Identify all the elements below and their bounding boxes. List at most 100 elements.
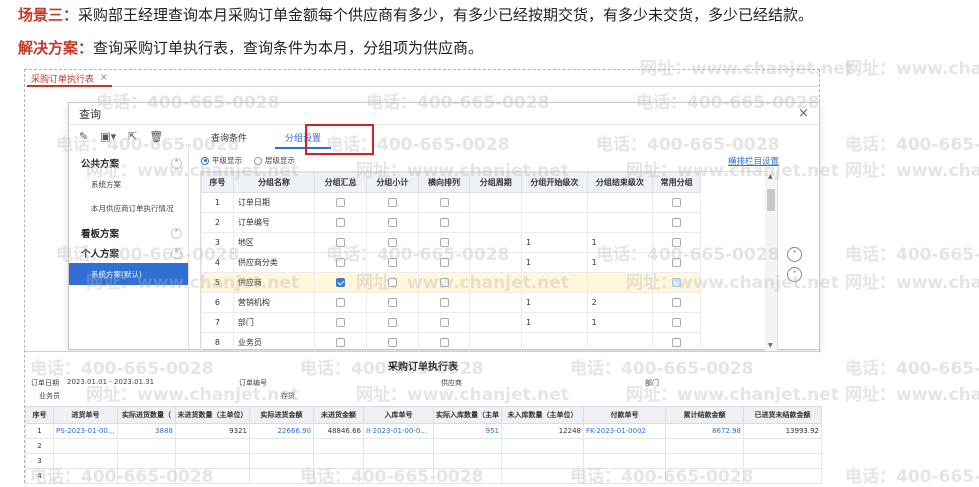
report-cell[interactable]	[363, 453, 434, 469]
sub-checkbox[interactable]	[387, 238, 397, 247]
grid-cell	[652, 232, 701, 253]
report-cell[interactable]: PS-2023-01-00...	[53, 423, 118, 439]
scroll-thumb[interactable]	[767, 189, 775, 211]
common-checkbox[interactable]	[672, 198, 682, 207]
horiz-checkbox[interactable]	[439, 238, 449, 247]
sum-checkbox[interactable]	[336, 238, 346, 247]
report-cell[interactable]	[53, 453, 118, 469]
common-checkbox[interactable]	[672, 338, 682, 347]
common-checkbox[interactable]	[672, 318, 682, 327]
scheme-group-public[interactable]: 公共方案 ˄	[69, 153, 188, 173]
column-settings-link[interactable]: 横排栏目设置	[728, 155, 779, 167]
scheme-item-selected[interactable]: 系统方案(默认)	[69, 263, 188, 285]
common-checkbox[interactable]	[672, 278, 682, 287]
tab-query-conditions[interactable]: 查询条件	[201, 127, 257, 149]
chevron-up-icon[interactable]: ˄	[171, 157, 182, 169]
report-cell[interactable]	[583, 453, 666, 469]
sub-checkbox[interactable]	[387, 338, 397, 347]
grid-cell	[417, 232, 471, 253]
common-checkbox[interactable]	[672, 238, 682, 247]
horiz-checkbox[interactable]	[439, 318, 449, 327]
report-cell	[313, 453, 364, 469]
report-row[interactable]: 1 PS-2023-01-00... 3888 9321 22666.90 48846.6…	[25, 423, 822, 439]
grid-row[interactable]: 3 地区 1 1	[201, 232, 701, 253]
sub-checkbox[interactable]	[387, 218, 397, 227]
sub-checkbox[interactable]	[387, 198, 397, 207]
horiz-checkbox[interactable]	[439, 298, 449, 307]
report-cell	[175, 468, 250, 484]
report-header: 未进货金额	[313, 406, 364, 424]
grid-row[interactable]: 5 供应商	[201, 272, 701, 293]
sub-checkbox[interactable]	[387, 318, 397, 327]
grid-scrollbar[interactable]: ▲ ▼	[765, 171, 777, 351]
grid-header: 分组名称	[232, 172, 316, 193]
report-cell	[175, 438, 250, 454]
sum-checkbox[interactable]	[336, 318, 346, 327]
grid-row[interactable]: 8 业务员	[201, 332, 701, 350]
sum-checkbox[interactable]	[336, 298, 346, 307]
radio-hierarchy[interactable]: 层级显示	[254, 155, 295, 166]
horiz-checkbox[interactable]	[439, 258, 449, 267]
report-cell[interactable]	[53, 438, 118, 454]
sum-checkbox[interactable]	[336, 218, 346, 227]
scheme-group-personal[interactable]: 个人方案 ˄	[69, 243, 188, 263]
scroll-up-icon[interactable]: ▲	[768, 173, 773, 180]
grid-cell	[417, 252, 471, 273]
sub-checkbox[interactable]	[387, 278, 397, 287]
radio-flat[interactable]: 平级显示	[201, 155, 242, 166]
sum-checkbox[interactable]	[336, 258, 346, 267]
close-icon[interactable]: ×	[798, 106, 809, 121]
report-row[interactable]: 4	[25, 468, 822, 484]
chevron-up-icon[interactable]: ˄	[171, 247, 182, 259]
grid-cell	[652, 312, 701, 333]
grid-row[interactable]: 1 订单日期	[201, 192, 701, 213]
watermark-phone: 电话：400-665-0028	[845, 135, 979, 155]
report-cell	[665, 468, 744, 484]
report-header: 未入库数量（主单位）	[501, 406, 584, 424]
grid-cell: 1	[521, 292, 588, 313]
move-down-icon[interactable]: ˅	[787, 267, 802, 282]
sub-checkbox[interactable]	[387, 298, 397, 307]
report-row[interactable]: 3	[25, 453, 822, 469]
highlight-box-tab	[305, 124, 374, 155]
sum-checkbox[interactable]	[336, 198, 346, 207]
common-checkbox[interactable]	[672, 298, 682, 307]
sum-checkbox[interactable]	[336, 338, 346, 347]
report-cell[interactable]: II-2023-01-00-0...	[363, 423, 434, 439]
sub-checkbox[interactable]	[387, 258, 397, 267]
scheme-item[interactable]: 本月供应商订单执行情况	[69, 197, 188, 219]
report-header-row: 序号 进货单号 实际进货数量（ 未进货数量（主单位） 实际进货金额 未进货金额 …	[25, 406, 822, 424]
close-icon[interactable]: ×	[100, 73, 108, 83]
grid-cell: 3	[201, 232, 234, 253]
common-checkbox[interactable]	[672, 218, 682, 227]
horiz-checkbox[interactable]	[439, 218, 449, 227]
edit-icon[interactable]: ✎	[79, 130, 88, 143]
scroll-down-icon[interactable]: ▼	[768, 342, 773, 349]
report-cell[interactable]: FK-2023-01-0002	[583, 423, 666, 439]
horiz-checkbox[interactable]	[439, 278, 449, 287]
move-up-icon[interactable]: ˄	[787, 247, 802, 262]
report-cell[interactable]	[53, 468, 118, 484]
report-cell[interactable]	[363, 438, 434, 454]
common-checkbox[interactable]	[672, 258, 682, 267]
report-cell[interactable]	[583, 468, 666, 484]
horiz-checkbox[interactable]	[439, 198, 449, 207]
report-cell[interactable]	[583, 438, 666, 454]
scheme-group-label: 公共方案	[81, 159, 120, 170]
horiz-checkbox[interactable]	[439, 338, 449, 347]
chevron-up-icon[interactable]: ˄	[171, 227, 182, 239]
grid-row[interactable]: 4 供应商分类 1 1	[201, 252, 701, 273]
report-cell[interactable]	[363, 468, 434, 484]
export-icon[interactable]: ⇱	[128, 130, 137, 143]
document-tab[interactable]: 采购订单执行表 ×	[27, 71, 112, 87]
sum-checkbox[interactable]	[336, 278, 346, 287]
scheme-group-board[interactable]: 看板方案 ˄	[69, 223, 188, 243]
grid-row[interactable]: 2 订单编号	[201, 212, 701, 233]
grid-row[interactable]: 7 部门 1 1	[201, 312, 701, 333]
report-cell: 1	[25, 423, 54, 439]
save-icon[interactable]: ▣▾	[100, 130, 116, 143]
scheme-item[interactable]: 系统方案	[69, 173, 188, 195]
grid-row[interactable]: 6 营销机构 1 2	[201, 292, 701, 313]
delete-icon[interactable]: 🗑	[149, 130, 163, 143]
report-row[interactable]: 2	[25, 438, 822, 454]
